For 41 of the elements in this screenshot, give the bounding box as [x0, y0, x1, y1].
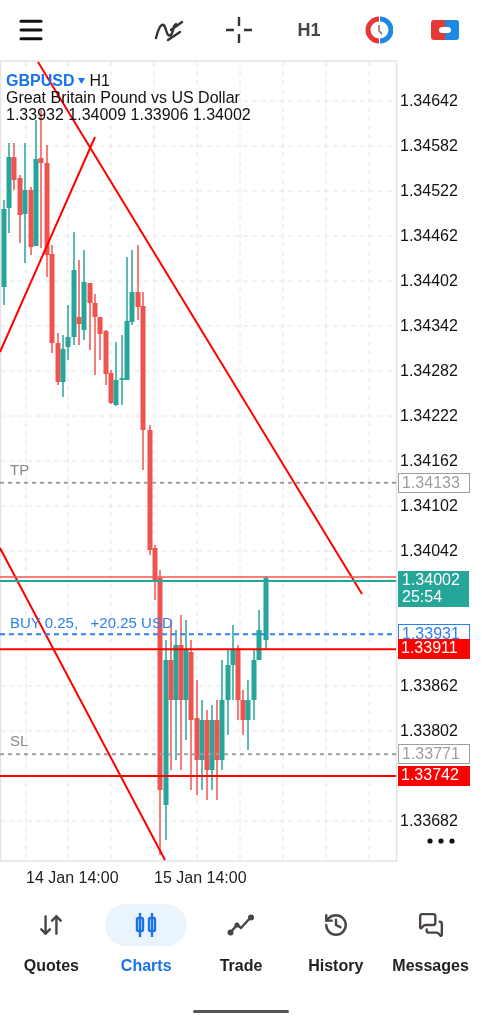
- more-icon: [427, 838, 455, 844]
- nav-tab[interactable]: Quotes: [5, 904, 98, 978]
- level-price-box: 1.33911: [398, 639, 470, 660]
- dropdown-caret-icon: [78, 77, 86, 84]
- price-tick-label: 1.34282: [400, 361, 458, 381]
- price-tick-label: 1.33862: [400, 676, 458, 696]
- crosshair-icon: [225, 16, 253, 44]
- bar-countdown: 25:54: [402, 588, 444, 605]
- price-tick-label: 1.34042: [400, 541, 458, 561]
- time-axis-label: 14 Jan 14:00: [26, 868, 119, 888]
- time-axis-label: 15 Jan 14:00: [154, 868, 247, 888]
- price-tick-label: 1.34222: [400, 406, 458, 426]
- nav-tab[interactable]: Trade: [195, 904, 287, 978]
- candlestick-icon: [134, 912, 159, 938]
- nav-tab[interactable]: Messages: [384, 904, 477, 978]
- toggle-icon: [431, 20, 459, 40]
- level-label: SL: [10, 732, 29, 751]
- level-price-box: 1.34133: [398, 472, 470, 493]
- price-tick-label: 1.34582: [400, 136, 458, 156]
- half-circle-clock-icon: [365, 16, 393, 44]
- price-tick-label: 1.34462: [400, 226, 458, 246]
- price-tick-label: 1.34342: [400, 316, 458, 336]
- line-chart-icon: [227, 914, 255, 936]
- level-price-box: 1.33742: [398, 766, 470, 786]
- nav-tab[interactable]: History: [289, 904, 382, 978]
- messages-icon: [417, 912, 444, 938]
- timeframe-button[interactable]: H1: [284, 10, 334, 50]
- price-tick-label: 1.34102: [400, 496, 458, 516]
- bid-price: 1.34002: [402, 571, 461, 588]
- squiggle-icon: [154, 18, 184, 42]
- level-label: TP: [10, 460, 30, 479]
- price-tick-label: 1.34402: [400, 271, 458, 291]
- history-icon: [322, 912, 349, 938]
- price-tick-label: 1.34162: [400, 451, 458, 471]
- level-price-box: 1.33771: [398, 744, 470, 765]
- price-tick-label: 1.33682: [400, 811, 458, 831]
- up-down-arrows-icon: [38, 912, 65, 938]
- symbol-timeframe: H1: [89, 72, 110, 89]
- price-tick-label: 1.33802: [400, 721, 458, 741]
- price-tick-label: 1.34522: [400, 181, 458, 201]
- price-tick-label: 1.34642: [400, 91, 458, 111]
